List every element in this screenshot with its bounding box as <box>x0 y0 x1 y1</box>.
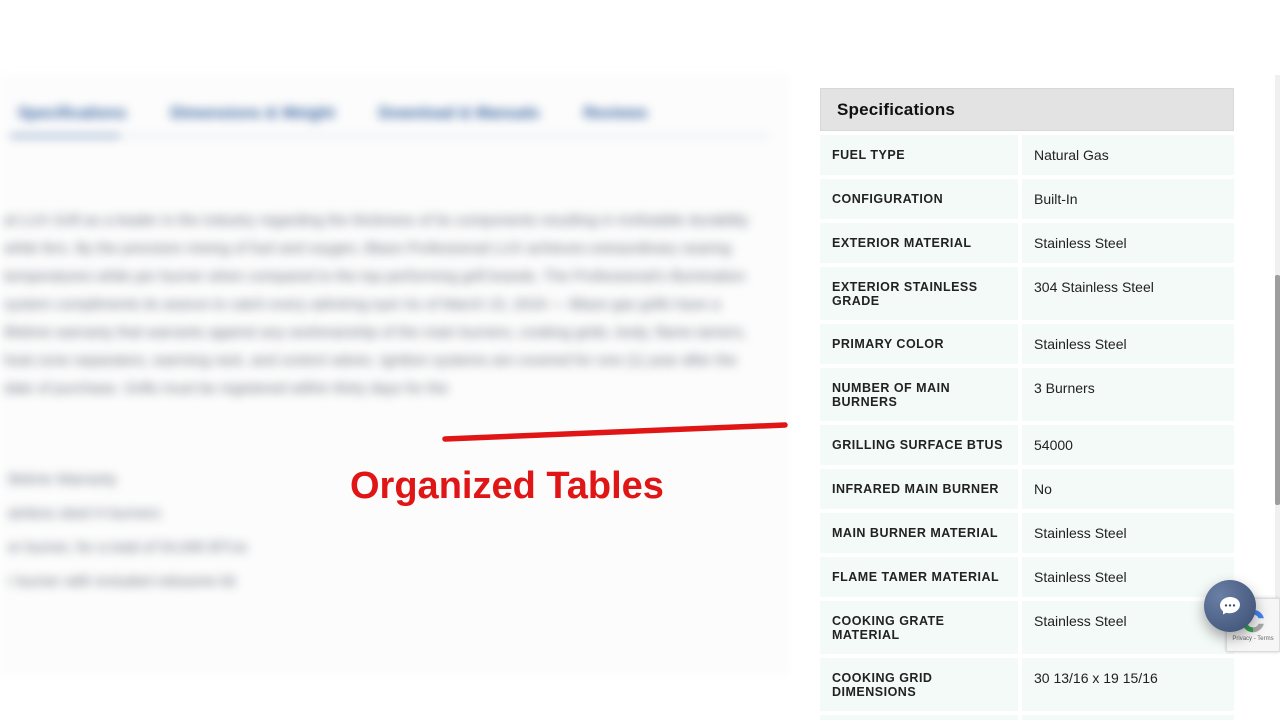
tab-dimensions[interactable]: Dimensions & Weight <box>170 105 334 123</box>
spec-label: NUMBER OF MAIN BURNERS <box>820 368 1018 421</box>
spec-value: Stainless Steel <box>1022 601 1234 654</box>
spec-value: Stainless Steel <box>1022 324 1234 364</box>
table-row: GRILLING SURFACE BTUS54000 <box>820 421 1234 465</box>
spec-label: EXTERIOR MATERIAL <box>820 223 1018 263</box>
table-row: EXTERIOR MATERIALStainless Steel <box>820 219 1234 263</box>
spec-label <box>820 715 1018 720</box>
table-row: INFRARED MAIN BURNERNo <box>820 465 1234 509</box>
specs-rows: FUEL TYPENatural Gas CONFIGURATIONBuilt-… <box>820 131 1234 720</box>
specs-panel-title: Specifications <box>820 88 1234 131</box>
spec-label: PRIMARY COLOR <box>820 324 1018 364</box>
table-row: MAIN BURNER MATERIALStainless Steel <box>820 509 1234 553</box>
specs-panel: Specifications FUEL TYPENatural Gas CONF… <box>820 88 1234 720</box>
table-row <box>820 711 1234 720</box>
spec-label: COOKING GRATE MATERIAL <box>820 601 1018 654</box>
table-row: PRIMARY COLORStainless Steel <box>820 320 1234 364</box>
annotation-label: Organized Tables <box>350 465 664 508</box>
spec-label: FLAME TAMER MATERIAL <box>820 557 1018 597</box>
spec-value: 3 Burners <box>1022 368 1234 421</box>
spec-label: CONFIGURATION <box>820 179 1018 219</box>
spec-value: Stainless Steel <box>1022 223 1234 263</box>
spec-value: 54000 <box>1022 425 1234 465</box>
table-row: FLAME TAMER MATERIALStainless Steel <box>820 553 1234 597</box>
spec-label: COOKING GRID DIMENSIONS <box>820 658 1018 711</box>
table-row: COOKING GRATE MATERIALStainless Steel <box>820 597 1234 654</box>
spec-value: Natural Gas <box>1022 135 1234 175</box>
tab-downloads[interactable]: Download & Manuals <box>379 105 540 123</box>
spec-label: MAIN BURNER MATERIAL <box>820 513 1018 553</box>
spec-label: GRILLING SURFACE BTUS <box>820 425 1018 465</box>
tab-reviews[interactable]: Reviews <box>584 105 648 123</box>
spec-value: Built-In <box>1022 179 1234 219</box>
scrollbar-thumb[interactable] <box>1275 275 1280 505</box>
table-row: NUMBER OF MAIN BURNERS3 Burners <box>820 364 1234 421</box>
tab-specifications[interactable]: Specifications <box>18 105 126 123</box>
spec-label: EXTERIOR STAINLESS GRADE <box>820 267 1018 320</box>
spec-label: FUEL TYPE <box>820 135 1018 175</box>
product-tabs: Specifications Dimensions & Weight Downl… <box>0 75 790 135</box>
scrollbar[interactable] <box>1275 75 1280 652</box>
spec-value: 30 13/16 x 19 15/16 <box>1022 658 1234 711</box>
chat-launcher[interactable] <box>1204 580 1256 632</box>
table-row: FUEL TYPENatural Gas <box>820 131 1234 175</box>
spec-value <box>1022 715 1234 720</box>
list-item: r burner with included rotisserie kit <box>8 565 760 599</box>
spec-value: Stainless Steel <box>1022 513 1234 553</box>
blurred-background: Specifications Dimensions & Weight Downl… <box>0 75 790 675</box>
spec-value: No <box>1022 469 1234 509</box>
table-row: COOKING GRID DIMENSIONS30 13/16 x 19 15/… <box>820 654 1234 711</box>
list-item: er burner, for a total of 54,000 BTUs <box>8 531 760 565</box>
spec-label: INFRARED MAIN BURNER <box>820 469 1018 509</box>
product-description: al LUX Grill as a leader in the industry… <box>0 137 790 403</box>
spec-value: 304 Stainless Steel <box>1022 267 1234 320</box>
annotation-line <box>440 421 792 445</box>
spec-value: Stainless Steel <box>1022 557 1234 597</box>
table-row: EXTERIOR STAINLESS GRADE304 Stainless St… <box>820 263 1234 320</box>
chat-icon <box>1218 594 1242 618</box>
table-row: CONFIGURATIONBuilt-In <box>820 175 1234 219</box>
recaptcha-text: Privacy - Terms <box>1232 636 1273 643</box>
